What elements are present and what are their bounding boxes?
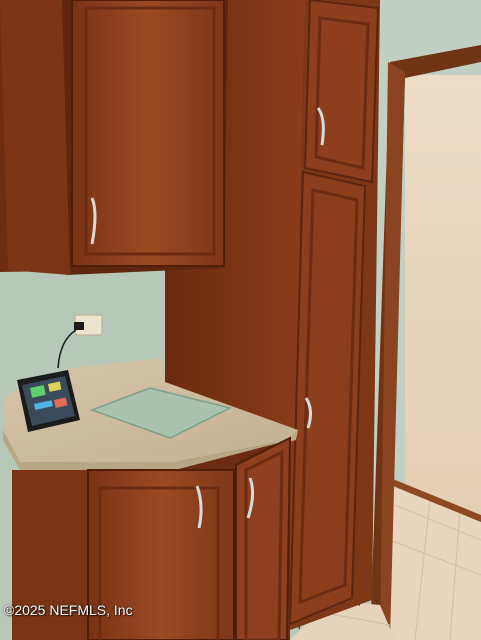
upper-wall-cabinet <box>0 0 228 275</box>
watermark: ©2025 NEFMLS, Inc <box>4 602 133 618</box>
pantry-cabinet <box>288 0 380 630</box>
kitchen-photo <box>0 0 481 640</box>
